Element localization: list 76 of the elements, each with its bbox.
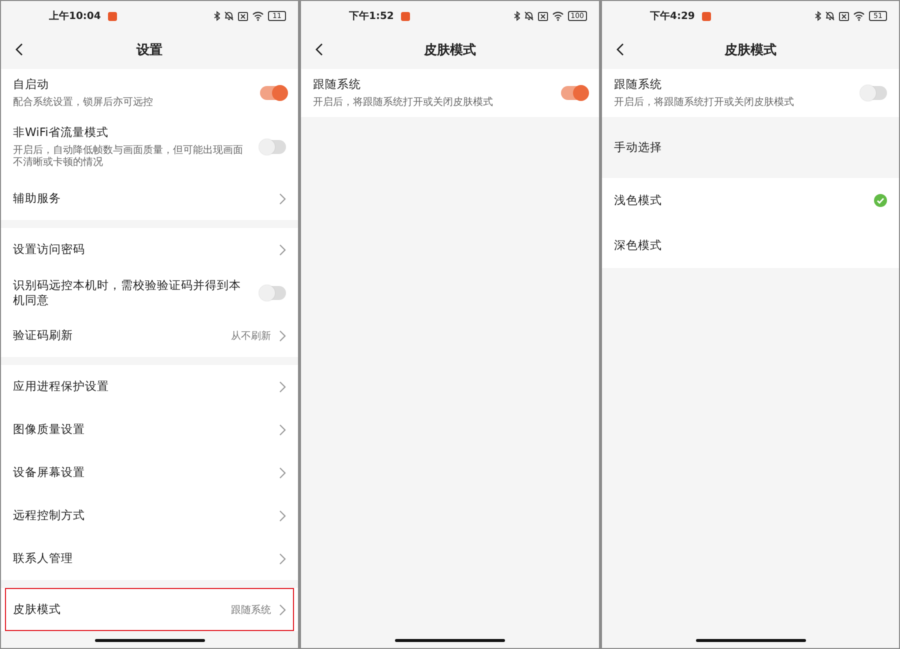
setting-label: 设置访问密码 — [13, 242, 86, 257]
settings-row[interactable]: 应用进程保护设置 — [1, 365, 298, 408]
back-icon[interactable] — [315, 43, 323, 56]
setting-value: 从不刷新 — [231, 330, 271, 342]
setting-description: 开启后，将跟随系统打开或关闭皮肤模式 — [313, 97, 494, 109]
toggle-switch[interactable] — [861, 86, 887, 100]
settings-row[interactable]: 跟随系统 开启后，将跟随系统打开或关闭皮肤模式 — [301, 69, 599, 117]
settings-row[interactable]: 图像质量设置 — [1, 408, 298, 451]
back-icon[interactable] — [15, 43, 23, 56]
toggle-switch[interactable] — [260, 86, 286, 100]
settings-row[interactable]: 识别码远控本机时，需校验验证码并得到本机同意 — [1, 271, 298, 314]
toggle-switch[interactable] — [561, 86, 587, 100]
toggle-switch[interactable] — [260, 286, 286, 300]
status-time: 下午4:29 — [650, 10, 695, 23]
settings-row[interactable]: 设备屏幕设置 — [1, 451, 298, 494]
app-icon — [400, 12, 410, 20]
setting-label: 非WiFi省流量模式 — [13, 125, 110, 140]
chevron-icon — [279, 192, 286, 204]
settings-row[interactable]: 联系人管理 — [1, 537, 298, 580]
chevron-icon — [279, 552, 286, 564]
wifi-icon — [853, 11, 865, 21]
settings-row[interactable]: 跟随系统 开启后，将跟随系统打开或关闭皮肤模式 — [602, 69, 899, 117]
setting-label: 联系人管理 — [13, 551, 74, 566]
setting-label: 应用进程保护设置 — [13, 379, 110, 394]
app-icon — [108, 12, 117, 20]
wifi-icon — [552, 11, 564, 21]
setting-label: 识别码远控本机时，需校验验证码并得到本机同意 — [13, 278, 242, 308]
setting-value: 跟随系统 — [231, 604, 271, 616]
muted-bell-icon — [825, 11, 835, 21]
setting-label: 远程控制方式 — [13, 508, 86, 523]
app-icon — [702, 12, 711, 20]
section-label: 手动选择 — [614, 140, 663, 155]
setting-label: 自启动 — [13, 77, 50, 92]
page-title: 设置 — [136, 42, 162, 59]
chevron-icon — [279, 466, 286, 478]
setting-description: 开启后，将跟随系统打开或关闭皮肤模式 — [614, 97, 795, 109]
settings-row[interactable]: 辅助服务 — [1, 177, 298, 220]
settings-row[interactable]: 非WiFi省流量模式 开启后，自动降低帧数与画面质量，但可能出现画面不清晰或卡顿的情况 — [1, 117, 298, 177]
setting-label: 验证码刷新 — [13, 328, 74, 343]
chevron-icon — [279, 244, 286, 256]
home-indicator[interactable] — [94, 639, 204, 642]
setting-label: 跟随系统 — [614, 77, 663, 92]
wifi-icon — [252, 11, 264, 21]
back-icon[interactable] — [616, 43, 624, 56]
setting-label: 跟随系统 — [313, 77, 362, 92]
chevron-icon — [279, 424, 286, 436]
settings-row[interactable]: 自启动 配合系统设置，锁屏后亦可远控 — [1, 69, 298, 117]
settings-row[interactable]: 远程控制方式 — [1, 494, 298, 537]
setting-label: 皮肤模式 — [13, 602, 62, 617]
chevron-icon — [279, 510, 286, 522]
option-row[interactable]: 深色模式 — [602, 223, 899, 268]
chevron-icon — [279, 330, 286, 342]
chevron-icon — [279, 604, 286, 616]
bluetooth-icon — [514, 11, 520, 21]
setting-description: 配合系统设置，锁屏后亦可远控 — [13, 97, 154, 109]
bluetooth-icon — [214, 11, 220, 21]
toggle-switch[interactable] — [260, 140, 286, 154]
setting-label: 辅助服务 — [13, 191, 62, 206]
chevron-icon — [279, 380, 286, 392]
setting-label: 设备屏幕设置 — [13, 465, 86, 480]
setting-description: 开启后，自动降低帧数与画面质量，但可能出现画面不清晰或卡顿的情况 — [13, 145, 244, 169]
bluetooth-icon — [815, 11, 821, 21]
option-label: 浅色模式 — [614, 193, 663, 208]
option-label: 深色模式 — [614, 238, 663, 253]
setting-label: 图像质量设置 — [13, 422, 86, 437]
settings-row[interactable]: 验证码刷新 从不刷新 — [1, 314, 298, 357]
settings-row[interactable]: 设置访问密码 — [1, 228, 298, 271]
option-row[interactable]: 浅色模式 — [602, 178, 899, 223]
muted-bell-icon — [524, 11, 534, 21]
page-title: 皮肤模式 — [424, 42, 476, 59]
status-time: 下午1:52 — [349, 10, 394, 23]
home-indicator[interactable] — [395, 639, 505, 642]
page-title: 皮肤模式 — [724, 42, 776, 59]
status-time: 上午10:04 — [49, 10, 101, 23]
muted-bell-icon — [224, 11, 234, 21]
home-indicator[interactable] — [696, 639, 806, 642]
